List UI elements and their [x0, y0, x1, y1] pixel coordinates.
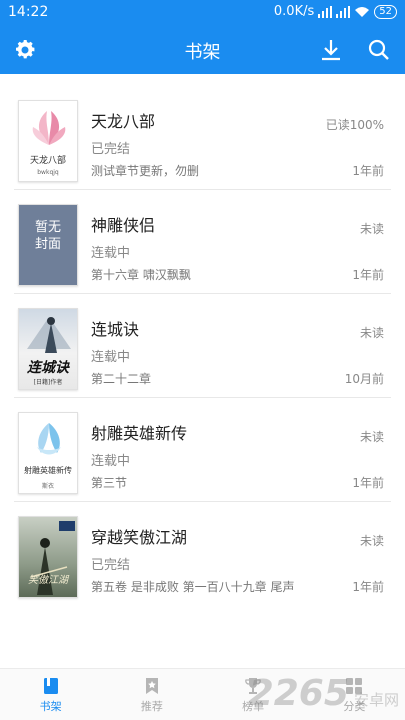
- cover-author: bwkqjq: [37, 169, 59, 176]
- battery-indicator: 52: [374, 4, 397, 19]
- latest-chapter: 第十六章 啸汉飘飘: [91, 268, 191, 282]
- lotus-illustration: [32, 111, 66, 145]
- status-bar: 14:22 0.0K/s 52: [0, 0, 405, 26]
- cover-title: 天龙八部: [29, 156, 66, 166]
- nav-label: 分类: [343, 700, 366, 713]
- status-time: 14:22: [8, 4, 49, 20]
- book-status: 连载中: [91, 350, 131, 365]
- read-progress: 未读: [359, 534, 384, 548]
- book-cover: 射雕英雄新传 斯衣: [18, 412, 78, 494]
- update-time: 1年前: [352, 164, 384, 178]
- update-time: 1年前: [352, 268, 384, 282]
- read-progress: 已读100%: [325, 118, 384, 132]
- warrior-illustration: [27, 317, 71, 353]
- book-item[interactable]: 射雕英雄新传 斯衣 射雕英雄新传 未读 连载中 第三节 1年前: [0, 398, 405, 502]
- read-progress: 未读: [359, 430, 384, 444]
- page-title: 书架: [184, 42, 221, 63]
- book-item[interactable]: 连城诀 [日籍]作者 连城诀 未读 连载中 第二十二章 10月前: [0, 294, 405, 398]
- book-cover: 笑傲江湖: [18, 516, 78, 598]
- wifi-icon: [355, 6, 370, 17]
- bottom-nav: 书架 推荐 榜单 分类: [0, 668, 405, 720]
- bookshelf-icon: [43, 678, 58, 694]
- cover-title: 连城诀: [27, 360, 69, 376]
- category-icon: [346, 678, 363, 694]
- bookshelf-list: 天龙八部 bwkqjq 天龙八部 已读100% 已完结 测试章节更新，勿删 1年…: [0, 86, 405, 606]
- update-time: 1年前: [352, 580, 384, 594]
- book-item[interactable]: 暂无封面 神雕侠侣 未读 连载中 第十六章 啸汉飘飘 1年前: [0, 190, 405, 294]
- latest-chapter: 第五卷 是非成败 第一百八十九章 尾声: [91, 580, 295, 594]
- crystal-illustration: [37, 423, 61, 455]
- latest-chapter: 第二十二章: [91, 372, 152, 386]
- cover-author: 斯衣: [41, 483, 54, 490]
- book-title: 天龙八部: [91, 112, 156, 131]
- signal-icon: [318, 5, 333, 18]
- signal-icon: [336, 5, 351, 18]
- bookmark-star-icon: [145, 678, 158, 694]
- nav-label: 榜单: [242, 700, 265, 713]
- download-icon[interactable]: [319, 38, 343, 62]
- app-header: 书架: [0, 26, 405, 74]
- placeholder-cover-text: 暂无封面: [34, 220, 61, 252]
- book-cover: 天龙八部 bwkqjq: [18, 100, 78, 182]
- book-status: 连载中: [91, 246, 131, 261]
- book-title: 射雕英雄新传: [91, 424, 188, 443]
- book-title: 连城诀: [91, 320, 140, 339]
- search-icon[interactable]: [367, 38, 391, 62]
- update-time: 1年前: [352, 476, 384, 490]
- network-speed: 0.0K/s: [273, 4, 315, 19]
- nav-item-recommend[interactable]: 推荐: [101, 669, 202, 720]
- nav-item-ranking[interactable]: 榜单: [203, 669, 304, 720]
- nav-item-bookshelf[interactable]: 书架: [0, 669, 101, 720]
- cover-title: 射雕英雄新传: [24, 466, 72, 475]
- book-item[interactable]: 笑傲江湖 穿越笑傲江湖 未读 已完结 第五卷 是非成败 第一百八十九章 尾声 1…: [0, 502, 405, 606]
- placeholder-cover: 暂无封面: [18, 204, 78, 286]
- book-item[interactable]: 天龙八部 bwkqjq 天龙八部 已读100% 已完结 测试章节更新，勿删 1年…: [0, 86, 405, 190]
- nav-item-category[interactable]: 分类: [304, 669, 405, 720]
- read-progress: 未读: [359, 222, 384, 236]
- read-progress: 未读: [359, 326, 384, 340]
- cover-author: [日籍]作者: [33, 379, 63, 386]
- nav-label: 推荐: [140, 700, 163, 713]
- latest-chapter: 测试章节更新，勿删: [91, 164, 200, 178]
- trophy-icon: [245, 678, 261, 694]
- book-status: 连载中: [91, 454, 131, 469]
- book-status: 已完结: [91, 142, 131, 157]
- book-title: 穿越笑傲江湖: [91, 528, 188, 547]
- book-title: 神雕侠侣: [91, 216, 156, 235]
- cover-title: 笑傲江湖: [28, 575, 68, 586]
- status-indicators: 0.0K/s 52: [274, 4, 397, 19]
- update-time: 10月前: [344, 372, 384, 386]
- nav-label: 书架: [39, 700, 62, 713]
- book-cover: 连城诀 [日籍]作者: [18, 308, 78, 390]
- book-status: 已完结: [91, 558, 131, 573]
- latest-chapter: 第三节: [91, 476, 128, 490]
